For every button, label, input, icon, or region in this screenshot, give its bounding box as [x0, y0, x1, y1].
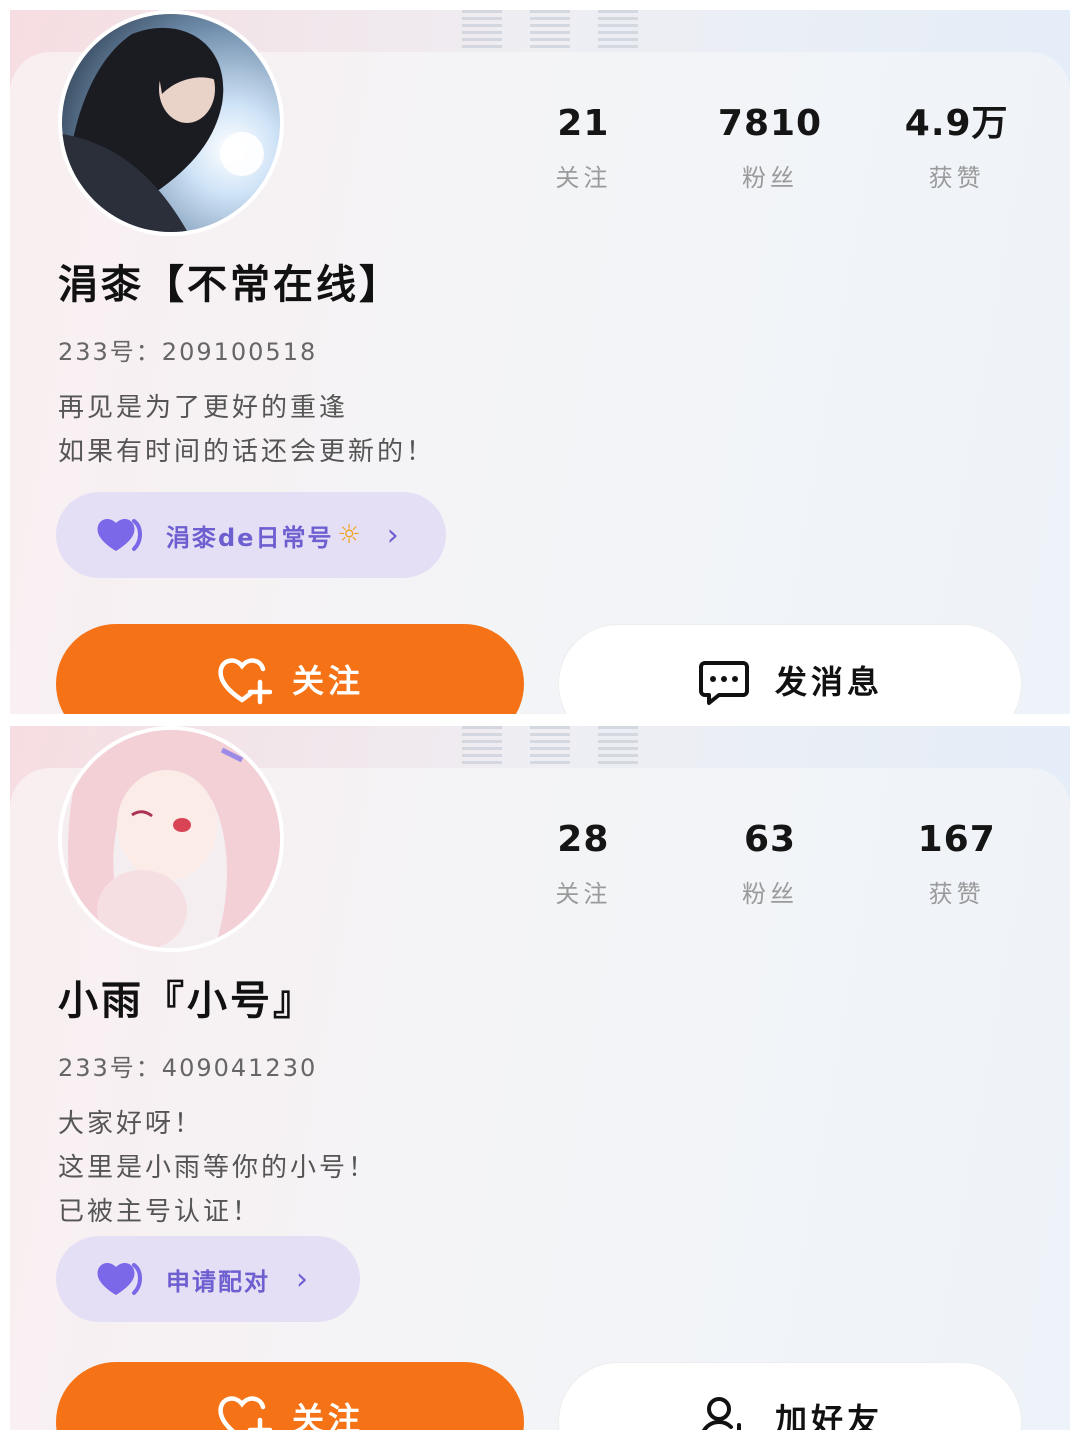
- profile-panel-2: 28 关注 63 粉丝 167 获赞 小雨『小号』 233号：409041230…: [10, 726, 1070, 1430]
- chevron-right-icon: ›: [386, 517, 399, 553]
- profile-card: 28 关注 63 粉丝 167 获赞 小雨『小号』 233号：409041230…: [10, 726, 1070, 1430]
- add-friend-button[interactable]: 加好友: [558, 1362, 1022, 1430]
- chat-icon: [698, 661, 749, 705]
- stat-value: 167: [917, 819, 996, 860]
- stat-value: 4.9万: [904, 103, 1009, 144]
- pairing-request-label: 申请配对: [166, 1267, 270, 1296]
- linked-account-label: 涓桼de日常号: [166, 523, 334, 552]
- stat-value: 63: [743, 819, 797, 860]
- banner-decoration: [440, 726, 660, 768]
- stats-row: 21 关注 7810 粉丝 4.9万 获赞: [490, 102, 1050, 193]
- avatar[interactable]: [58, 10, 284, 236]
- stat-likes[interactable]: 167 获赞: [863, 818, 1050, 909]
- profile-panel-1: 21 关注 7810 粉丝 4.9万 获赞 涓桼【不常在线】 233号：2091…: [10, 10, 1070, 714]
- nickname: 涓桼【不常在线】: [58, 262, 402, 308]
- bio: 再见是为了更好的重逢 如果有时间的话还会更新的！: [58, 386, 435, 474]
- heart-plus-icon: [218, 658, 272, 705]
- profile-card: 21 关注 7810 粉丝 4.9万 获赞 涓桼【不常在线】 233号：2091…: [10, 10, 1070, 714]
- stat-followers[interactable]: 63 粉丝: [677, 818, 864, 909]
- message-button-label: 发消息: [774, 663, 883, 701]
- follow-button[interactable]: 关注: [56, 1362, 524, 1430]
- heart-icon: [97, 1263, 142, 1295]
- message-button[interactable]: 发消息: [558, 624, 1022, 714]
- chevron-right-icon: ›: [296, 1261, 308, 1297]
- stat-label: 关注: [555, 164, 612, 192]
- pairing-request-pill[interactable]: 申请配对 ›: [56, 1236, 360, 1322]
- user-id: 233号：209100518: [58, 338, 318, 366]
- add-friend-icon: [701, 1397, 741, 1430]
- bio-line: 大家好呀！: [58, 1109, 204, 1139]
- stat-label: 粉丝: [742, 164, 798, 192]
- stats-row: 28 关注 63 粉丝 167 获赞: [490, 818, 1050, 909]
- stat-label: 获赞: [928, 880, 985, 908]
- stat-label: 粉丝: [742, 880, 798, 908]
- stat-label: 获赞: [928, 164, 985, 192]
- stat-value: 28: [557, 819, 610, 860]
- bio-line: 如果有时间的话还会更新的！: [58, 437, 436, 467]
- stat-likes[interactable]: 4.9万 获赞: [863, 102, 1050, 193]
- follow-button-label: 关注: [291, 1400, 364, 1430]
- linked-account-pill[interactable]: 涓桼de日常号 ☼ ›: [56, 492, 446, 578]
- sun-icon: ☼: [337, 520, 361, 550]
- stat-following[interactable]: 21 关注: [490, 102, 677, 193]
- avatar[interactable]: [58, 726, 284, 952]
- heart-icon: [97, 519, 142, 551]
- follow-button-label: 关注: [291, 662, 364, 700]
- stat-value: 7810: [717, 103, 823, 144]
- stat-followers[interactable]: 7810 粉丝: [677, 102, 864, 193]
- bio-line: 再见是为了更好的重逢: [58, 393, 349, 423]
- bio-line: 这里是小雨等你的小号！: [58, 1153, 378, 1183]
- bio-line: 已被主号认证！: [58, 1197, 262, 1227]
- user-id: 233号：409041230: [58, 1054, 318, 1082]
- stat-label: 关注: [555, 880, 612, 908]
- stat-value: 21: [557, 103, 610, 144]
- heart-plus-icon: [218, 1396, 272, 1430]
- bio: 大家好呀！ 这里是小雨等你的小号！ 已被主号认证！: [58, 1102, 377, 1234]
- nickname: 小雨『小号』: [58, 978, 316, 1024]
- follow-button[interactable]: 关注: [56, 624, 524, 714]
- stat-following[interactable]: 28 关注: [490, 818, 677, 909]
- banner-decoration: [440, 10, 660, 52]
- add-friend-button-label: 加好友: [774, 1401, 883, 1430]
